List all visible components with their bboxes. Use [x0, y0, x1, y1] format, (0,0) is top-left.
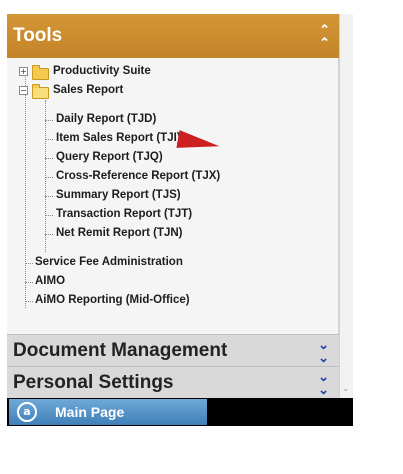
- chevron-double-down-icon[interactable]: ⌄ ⌄: [318, 338, 329, 364]
- scroll-down-arrow-icon[interactable]: ⌄: [342, 384, 350, 394]
- tree-item-label: Query Report (TJQ): [56, 151, 163, 163]
- tree-item-label: Summary Report (TJS): [56, 189, 181, 201]
- chevron-double-down-icon[interactable]: ⌄ ⌄: [318, 370, 329, 396]
- tree-item-label: AIMO: [35, 275, 66, 287]
- main-page-tab[interactable]: a Main Page: [9, 399, 207, 425]
- main-page-label: Main Page: [55, 404, 125, 420]
- tree-item-net-remit-report[interactable]: Net Remit Report (TJN): [56, 224, 183, 243]
- tree-item-daily-report[interactable]: Daily Report (TJD): [56, 110, 156, 129]
- tools-tree: + Productivity Suite − Sales Report Dail…: [7, 58, 339, 334]
- open-folder-icon: [32, 84, 49, 99]
- section-title: Document Management: [13, 340, 228, 361]
- main-page-icon: a: [17, 402, 37, 422]
- tree-item-query-report[interactable]: Query Report (TJQ): [56, 148, 163, 167]
- tree-item-productivity-suite[interactable]: Productivity Suite: [53, 62, 151, 81]
- tools-title: Tools: [13, 25, 63, 46]
- tree-item-aimo[interactable]: AIMO: [35, 272, 65, 291]
- bottom-taskbar: a Main Page: [7, 398, 353, 426]
- tree-item-label: Item Sales Report (TJI): [56, 132, 181, 144]
- tree-item-service-fee-administration[interactable]: Service Fee Administration: [35, 253, 183, 272]
- folder-icon: [32, 65, 49, 80]
- expand-productivity-toggle[interactable]: +: [19, 67, 28, 76]
- tree-item-label: Transaction Report (TJT): [56, 208, 193, 220]
- vertical-scrollbar[interactable]: ⌄: [339, 14, 353, 398]
- tree-item-summary-report[interactable]: Summary Report (TJS): [56, 186, 181, 205]
- tree-item-cross-reference-report[interactable]: Cross-Reference Report (TJX): [56, 167, 220, 186]
- tree-item-sales-report[interactable]: Sales Report: [53, 81, 123, 100]
- document-management-header[interactable]: Document Management ⌄ ⌄: [7, 334, 339, 367]
- tree-item-label: Cross-Reference Report (TJX): [56, 170, 221, 182]
- personal-settings-header[interactable]: Personal Settings ⌄ ⌄: [7, 366, 339, 398]
- tree-item-label: Daily Report (TJD): [56, 113, 157, 125]
- tree-item-label: Sales Report: [53, 84, 124, 96]
- tree-item-item-sales-report[interactable]: Item Sales Report (TJI): [56, 129, 181, 148]
- collapse-sales-toggle[interactable]: −: [19, 86, 28, 95]
- tree-item-label: Net Remit Report (TJN): [56, 227, 183, 239]
- tree-item-transaction-report[interactable]: Transaction Report (TJT): [56, 205, 192, 224]
- section-title: Personal Settings: [13, 371, 174, 393]
- tools-panel: Tools ⌃ ⌃ + Productivity Suite − Sales Re…: [7, 14, 353, 426]
- tree-item-label: Productivity Suite: [53, 65, 151, 77]
- tools-header[interactable]: Tools ⌃ ⌃: [7, 14, 339, 58]
- tree-item-aimo-reporting[interactable]: AiMO Reporting (Mid-Office): [35, 291, 190, 310]
- tree-item-label: Service Fee Administration: [35, 256, 183, 268]
- tree-item-label: AiMO Reporting (Mid-Office): [35, 294, 190, 306]
- chevron-double-up-icon[interactable]: ⌃ ⌃: [319, 23, 330, 49]
